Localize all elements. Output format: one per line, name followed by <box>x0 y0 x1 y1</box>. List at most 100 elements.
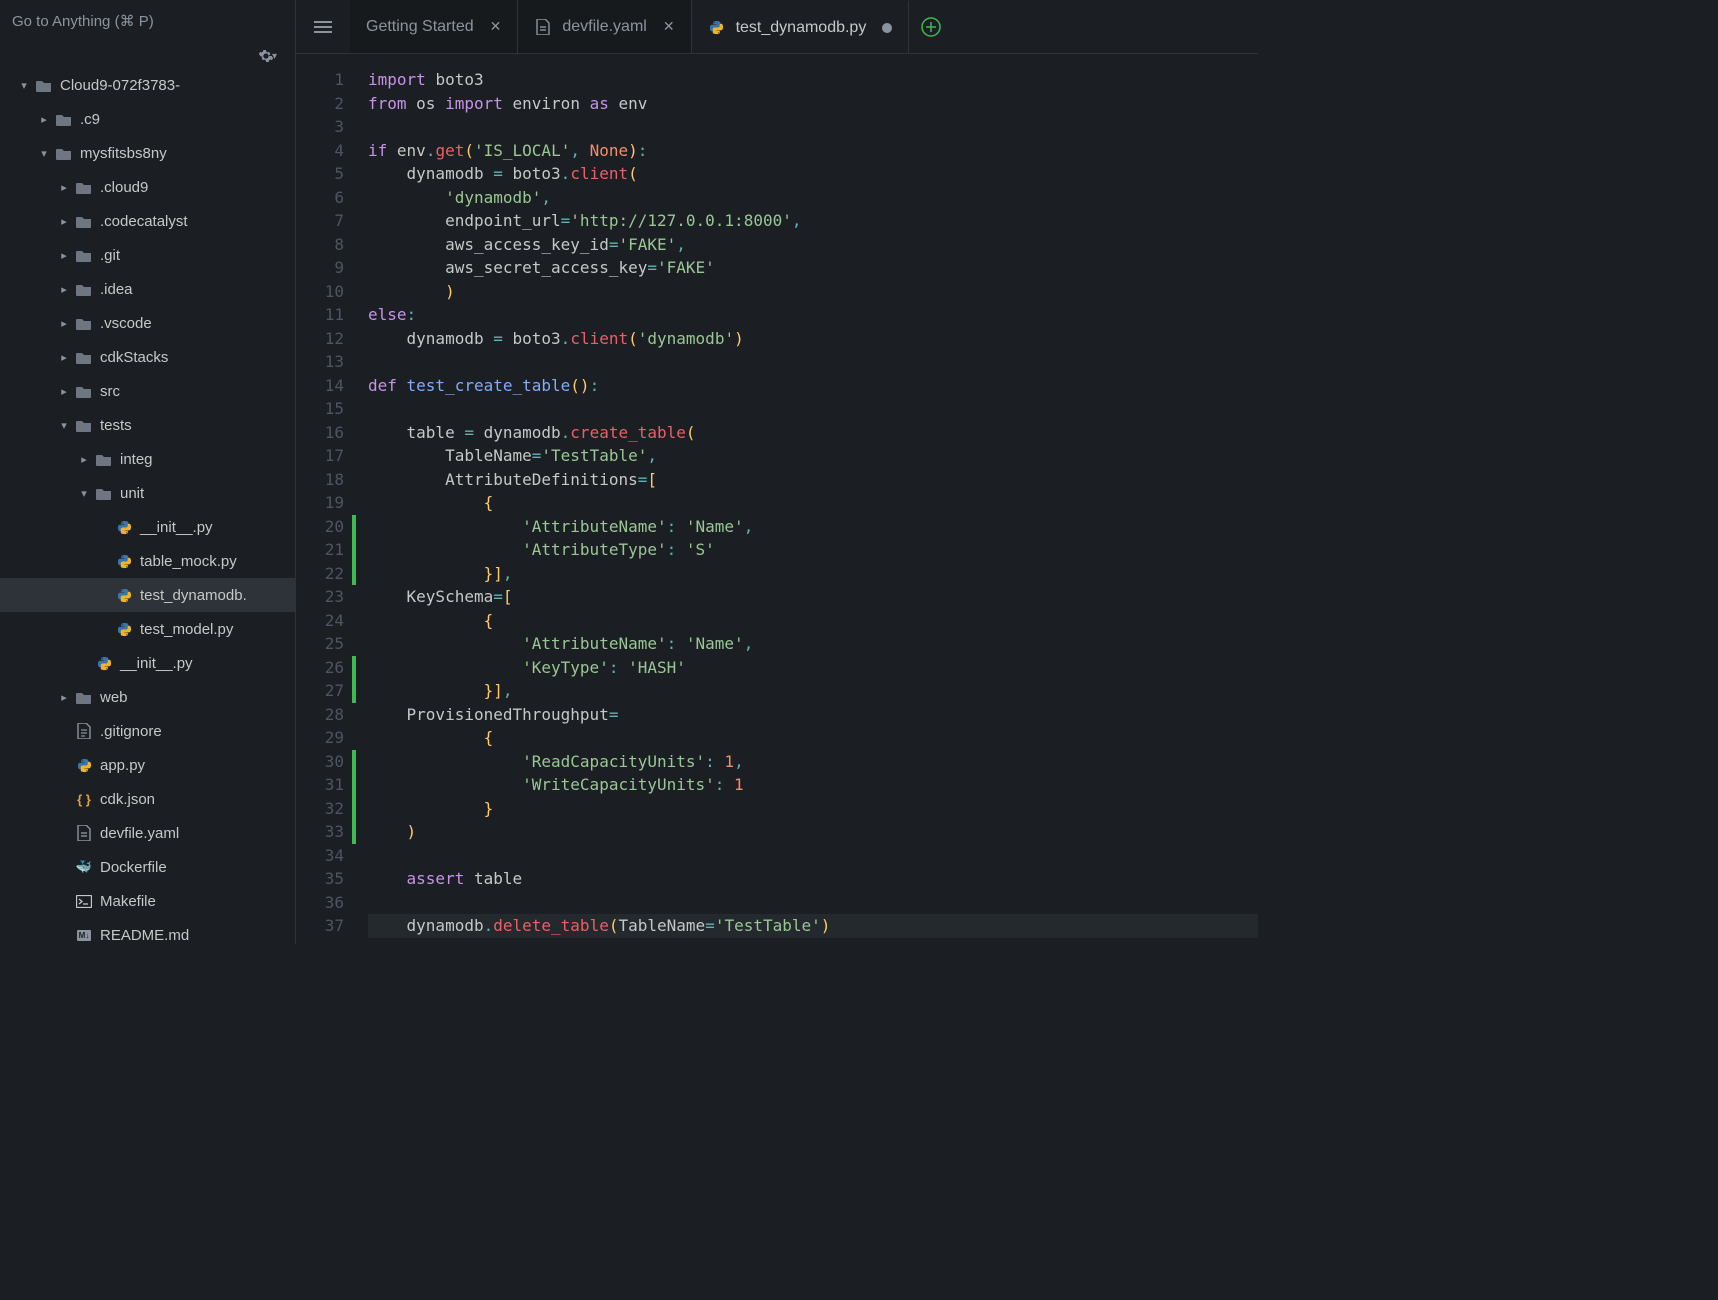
code-line[interactable]: { <box>368 609 1258 633</box>
folder-icon <box>54 113 74 126</box>
tab-devfile-yaml[interactable]: devfile.yaml✕ <box>518 0 691 53</box>
new-tab-button[interactable] <box>909 0 953 53</box>
tree-item-cloud9-072f3783-[interactable]: Cloud9-072f3783- <box>0 68 295 102</box>
code-line[interactable]: { <box>368 726 1258 750</box>
code-line[interactable]: else: <box>368 303 1258 327</box>
close-icon[interactable]: ✕ <box>490 18 502 35</box>
tree-item-web[interactable]: web <box>0 680 295 714</box>
diff-marker <box>352 491 360 515</box>
code-line[interactable]: AttributeDefinitions=[ <box>368 468 1258 492</box>
code-line[interactable]: }], <box>368 562 1258 586</box>
code-line[interactable]: }], <box>368 679 1258 703</box>
diff-marker <box>352 656 360 680</box>
tree-item-label: __init__.py <box>140 519 213 536</box>
code-line[interactable]: 'AttributeName': 'Name', <box>368 515 1258 539</box>
line-number: 18 <box>296 468 344 492</box>
code-line[interactable]: if env.get('IS_LOCAL', None): <box>368 139 1258 163</box>
line-number: 34 <box>296 844 344 868</box>
code-line[interactable] <box>368 115 1258 139</box>
code-content[interactable]: import boto3from os import environ as en… <box>360 68 1258 944</box>
code-line[interactable]: 'ReadCapacityUnits': 1, <box>368 750 1258 774</box>
tree-item-test-model-py[interactable]: test_model.py <box>0 612 295 646</box>
line-number-gutter: 1234567891011121314151617181920212223242… <box>296 68 352 944</box>
tree-item--gitignore[interactable]: .gitignore <box>0 714 295 748</box>
tree-item--c9[interactable]: .c9 <box>0 102 295 136</box>
code-line[interactable]: ProvisionedThroughput= <box>368 703 1258 727</box>
code-editor[interactable]: 1234567891011121314151617181920212223242… <box>296 54 1258 944</box>
tree-item-unit[interactable]: unit <box>0 476 295 510</box>
tree-item-mysfitsbs8ny[interactable]: mysfitsbs8ny <box>0 136 295 170</box>
json-icon: { } <box>74 792 94 807</box>
tree-item-table-mock-py[interactable]: table_mock.py <box>0 544 295 578</box>
code-line[interactable]: dynamodb = boto3.client('dynamodb') <box>368 327 1258 351</box>
tree-item-devfile-yaml[interactable]: devfile.yaml <box>0 816 295 850</box>
code-line[interactable]: def test_create_table(): <box>368 374 1258 398</box>
code-line[interactable]: dynamodb.delete_table(TableName='TestTab… <box>368 914 1258 938</box>
dirty-indicator-icon <box>882 23 892 33</box>
caret-icon <box>58 181 70 194</box>
code-line[interactable]: endpoint_url='http://127.0.0.1:8000', <box>368 209 1258 233</box>
gear-icon[interactable]: ▾ <box>258 48 287 64</box>
line-number: 26 <box>296 656 344 680</box>
tree-item-tests[interactable]: tests <box>0 408 295 442</box>
code-line[interactable]: { <box>368 491 1258 515</box>
tree-item-cdkstacks[interactable]: cdkStacks <box>0 340 295 374</box>
code-line[interactable]: from os import environ as env <box>368 92 1258 116</box>
tree-item-app-py[interactable]: app.py <box>0 748 295 782</box>
editor-main: Getting Started✕devfile.yaml✕test_dynamo… <box>296 0 1258 944</box>
code-line[interactable]: 'AttributeName': 'Name', <box>368 632 1258 656</box>
tree-item-label: .git <box>100 247 120 264</box>
code-line[interactable] <box>368 397 1258 421</box>
caret-icon <box>78 453 90 466</box>
tree-item-label: integ <box>120 451 153 468</box>
tree-item-label: Dockerfile <box>100 859 167 876</box>
code-line[interactable] <box>368 350 1258 374</box>
code-line[interactable]: } <box>368 797 1258 821</box>
tree-item-readme-md[interactable]: M↓README.md <box>0 918 295 944</box>
caret-icon <box>58 215 70 228</box>
tree-item--vscode[interactable]: .vscode <box>0 306 295 340</box>
tree-item-src[interactable]: src <box>0 374 295 408</box>
code-line[interactable]: dynamodb = boto3.client( <box>368 162 1258 186</box>
tree-item-cdk-json[interactable]: { }cdk.json <box>0 782 295 816</box>
diff-marker <box>352 773 360 797</box>
tree-item-integ[interactable]: integ <box>0 442 295 476</box>
tree-item-dockerfile[interactable]: 🐳Dockerfile <box>0 850 295 884</box>
go-to-anything-search[interactable]: Go to Anything (⌘ P) <box>0 0 295 42</box>
code-line[interactable]: 'dynamodb', <box>368 186 1258 210</box>
code-line[interactable]: ) <box>368 820 1258 844</box>
folder-icon <box>94 487 114 500</box>
code-line[interactable]: 'WriteCapacityUnits': 1 <box>368 773 1258 797</box>
code-line[interactable]: import boto3 <box>368 68 1258 92</box>
tree-item--codecatalyst[interactable]: .codecatalyst <box>0 204 295 238</box>
tree-item---init---py[interactable]: __init__.py <box>0 646 295 680</box>
tree-item-makefile[interactable]: Makefile <box>0 884 295 918</box>
tree-item--git[interactable]: .git <box>0 238 295 272</box>
code-line[interactable]: aws_secret_access_key='FAKE' <box>368 256 1258 280</box>
tree-item---init---py[interactable]: __init__.py <box>0 510 295 544</box>
tab-menu-icon[interactable] <box>296 0 350 53</box>
close-icon[interactable]: ✕ <box>663 18 675 35</box>
code-line[interactable]: TableName='TestTable', <box>368 444 1258 468</box>
file-tree[interactable]: Cloud9-072f3783-.c9 mysfitsbs8ny .cloud9.c… <box>0 66 295 944</box>
line-number: 31 <box>296 773 344 797</box>
line-number: 29 <box>296 726 344 750</box>
tree-item-test-dynamodb-[interactable]: test_dynamodb. <box>0 578 295 612</box>
code-line[interactable]: 'KeyType': 'HASH' <box>368 656 1258 680</box>
code-line[interactable]: ) <box>368 280 1258 304</box>
tree-item-label: mysfitsbs8ny <box>80 145 167 162</box>
tab-test-dynamodb-py[interactable]: test_dynamodb.py <box>692 0 910 53</box>
line-number: 8 <box>296 233 344 257</box>
code-line[interactable]: 'AttributeType': 'S' <box>368 538 1258 562</box>
tree-item--cloud9[interactable]: .cloud9 <box>0 170 295 204</box>
tree-item-label: .vscode <box>100 315 152 332</box>
code-line[interactable]: assert table <box>368 867 1258 891</box>
code-line[interactable]: table = dynamodb.create_table( <box>368 421 1258 445</box>
code-line[interactable]: KeySchema=[ <box>368 585 1258 609</box>
diff-marker <box>352 115 360 139</box>
tree-item--idea[interactable]: .idea <box>0 272 295 306</box>
tab-getting-started[interactable]: Getting Started✕ <box>350 0 518 53</box>
code-line[interactable] <box>368 844 1258 868</box>
code-line[interactable]: aws_access_key_id='FAKE', <box>368 233 1258 257</box>
code-line[interactable] <box>368 891 1258 915</box>
